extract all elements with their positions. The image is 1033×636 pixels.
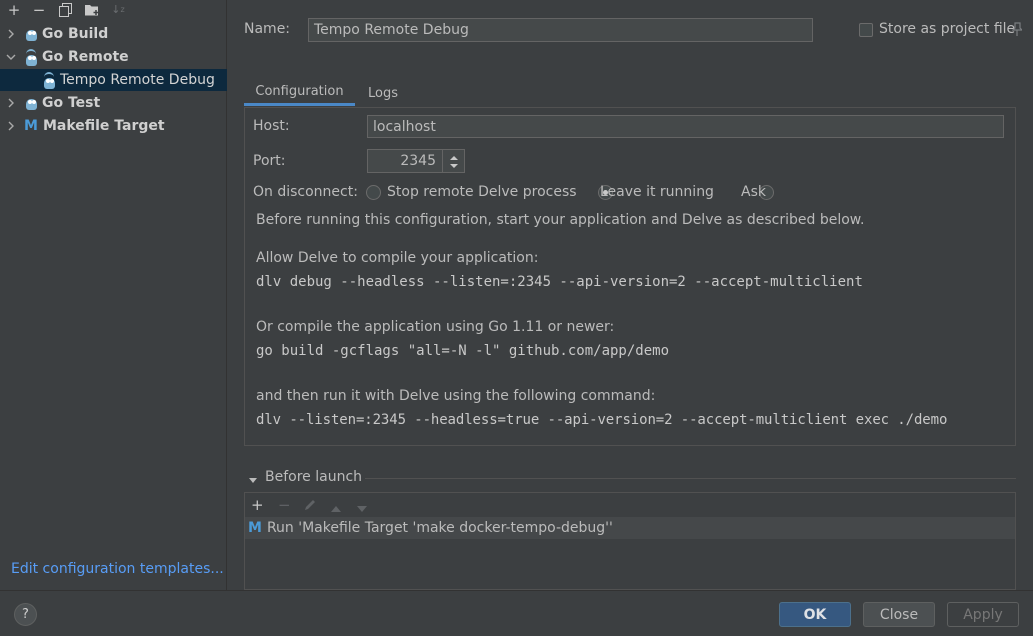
tree-item-go-test[interactable]: Go Test [0,92,227,114]
instructions-step3: and then run it with Delve using the fol… [256,388,656,404]
go-remote-icon [24,49,39,66]
host-label: Host: [253,118,290,134]
instructions-step2-command: go build -gcflags "all=-N -l" github.com… [256,343,670,359]
before-launch-title: Before launch [265,469,363,485]
tree-item-label: Tempo Remote Debug [60,72,215,88]
store-as-project-file-checkbox[interactable] [859,23,873,37]
edit-configuration-templates-link[interactable]: Edit configuration templates... [11,561,224,577]
go-remote-icon [42,72,57,89]
tree-item-go-remote[interactable]: Go Remote [0,46,227,68]
remove-icon[interactable]: − [31,2,47,18]
tab-configuration[interactable]: Configuration [244,80,355,106]
pin-icon[interactable] [1011,20,1024,38]
chevron-right-icon[interactable] [6,29,16,39]
spinner-arrows-icon [450,156,458,168]
collapse-triangle-icon[interactable] [248,473,258,483]
radio-ask-label: Ask [741,184,766,200]
tree-item-label: Makefile Target [42,118,165,134]
port-input[interactable]: 2345 [367,149,443,173]
host-input[interactable]: localhost [367,115,1004,138]
chevron-right-icon[interactable] [6,121,16,131]
before-launch-item[interactable]: M Run 'Makefile Target 'make docker-temp… [245,517,1015,539]
port-label: Port: [253,153,286,169]
radio-stop-remote-delve-label: Stop remote Delve process [387,184,577,200]
makefile-icon: M [248,520,262,536]
run-configurations-sidebar: + − ↓ z Go Build Go Remote Tempo Remote D… [0,0,227,590]
instructions-intro: Before running this configuration, start… [256,212,865,228]
on-disconnect-label: On disconnect: [253,184,358,200]
before-launch-item-label: Run 'Makefile Target 'make docker-tempo-… [266,520,613,536]
ok-button[interactable]: OK [779,602,851,627]
tab-logs[interactable]: Logs [361,80,405,106]
chevron-down-icon[interactable] [6,52,16,62]
chevron-right-icon[interactable] [6,98,16,108]
move-down-icon [356,501,368,517]
tree-item-makefile-target[interactable]: M Makefile Target [0,115,227,137]
go-gopher-icon [24,26,39,42]
edit-pencil-icon [303,498,317,516]
tree-item-tempo-remote-debug[interactable]: Tempo Remote Debug [0,69,227,91]
instructions-step1-command: dlv debug --headless --listen=:2345 --ap… [256,274,863,290]
add-icon[interactable]: + [251,496,264,514]
instructions-step1: Allow Delve to compile your application: [256,250,539,266]
tree-item-label: Go Build [42,26,109,42]
instructions-step2: Or compile the application using Go 1.11… [256,319,615,335]
before-launch-divider [365,478,1016,479]
name-label: Name: [244,21,291,37]
folder-add-icon[interactable] [84,2,100,18]
tree-item-label: Go Test [42,95,101,111]
sort-icon: ↓ z [111,3,125,16]
go-gopher-icon [24,95,39,111]
apply-button[interactable]: Apply [947,602,1019,627]
copy-icon[interactable] [57,2,73,18]
tree-item-go-build[interactable]: Go Build [0,23,227,45]
help-button[interactable]: ? [14,603,37,626]
name-input[interactable]: Tempo Remote Debug [308,18,813,42]
store-as-project-file-label: Store as project file [879,21,1016,37]
instructions-step3-command: dlv --listen=:2345 --headless=true --api… [256,412,948,428]
port-spinner[interactable] [443,149,465,173]
tree-item-label: Go Remote [42,49,129,65]
radio-leave-it-running-label: Leave it running [600,184,714,200]
move-up-icon [330,501,342,517]
makefile-icon: M [24,118,38,134]
radio-stop-remote-delve[interactable] [366,185,381,200]
add-icon[interactable]: + [6,2,22,18]
close-button[interactable]: Close [863,602,935,627]
remove-icon: − [278,496,291,514]
